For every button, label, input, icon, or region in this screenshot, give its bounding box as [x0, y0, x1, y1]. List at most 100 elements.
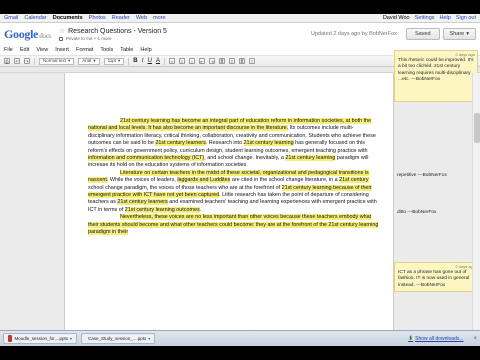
downloads-bar: Moodle_session_for....pptx ▾ Case_Study_…	[0, 330, 480, 346]
print-icon[interactable]: ⎙	[4, 58, 10, 64]
chevron-down-icon[interactable]: ▾	[70, 336, 72, 341]
download-filename: Case_Study_session_....pptx	[88, 336, 147, 341]
letterbox-top	[0, 0, 480, 14]
document-paragraph[interactable]: Nevertheless, these voices are no less i…	[88, 214, 380, 236]
italic-button[interactable]: I	[142, 58, 144, 64]
gbar-documents[interactable]: Documents	[53, 15, 83, 21]
highlighted-text[interactable]: 21st century learning outcomes	[124, 206, 200, 213]
comment-card[interactable]: This rhetoric could be improved. It's a …	[394, 50, 478, 102]
highlighted-text[interactable]: laggards and Luddites	[177, 177, 231, 184]
vertical-scrollbar[interactable]	[472, 73, 480, 330]
signout-link[interactable]: Sign out	[456, 15, 476, 21]
document-body[interactable]: 21st century learning has become an inte…	[88, 118, 380, 237]
menu-insert[interactable]: Insert	[55, 47, 69, 53]
chevron-down-icon: ▾	[68, 58, 71, 63]
highlighted-text[interactable]: 21st century	[339, 177, 369, 184]
star-icon[interactable]: ☆	[59, 27, 65, 35]
menu-edit[interactable]: Edit	[20, 47, 29, 53]
comment-card[interactable]: ICT as a phrase has gone out of fashion.…	[394, 262, 478, 292]
text-run[interactable]: .	[200, 207, 202, 213]
text-run[interactable]: are cited in the school change literatur…	[230, 177, 339, 183]
align-center-icon[interactable]: ≡	[228, 58, 235, 64]
document-title[interactable]: Research Questions - Version 5	[68, 28, 167, 35]
size-value: 11pt	[107, 58, 116, 63]
align-left-icon[interactable]: ≣	[218, 58, 225, 64]
gbar-gmail[interactable]: Gmail	[4, 15, 18, 21]
comment-card[interactable]: repetitive ---BobNerFox	[394, 172, 478, 182]
scroll-thumb[interactable]	[474, 113, 480, 143]
chevron-down-icon[interactable]: ▾	[148, 336, 150, 341]
gbar-web[interactable]: Web	[136, 15, 147, 21]
style-select[interactable]: Normal text ▾	[39, 57, 75, 65]
highlighted-text[interactable]: 21st century learning	[285, 155, 336, 162]
text-run[interactable]: , and school change. Inevitably, a	[204, 155, 285, 161]
menu-help[interactable]: Help	[140, 47, 151, 53]
text-run[interactable]: school change paradigm, the voices of th…	[88, 185, 282, 191]
align-right-icon[interactable]: ≣	[238, 58, 245, 64]
document-paragraph[interactable]: 21st century learning has become an inte…	[88, 118, 380, 170]
text-run[interactable]: While the voices of leaders,	[108, 177, 177, 183]
lock-icon	[58, 36, 63, 41]
gbar-more[interactable]: more	[153, 15, 166, 21]
increase-indent-icon[interactable]: ⇥	[208, 58, 215, 64]
show-all-downloads-link[interactable]: ⬇ Show all downloads...	[408, 335, 463, 343]
numbered-list-icon[interactable]: ≡	[178, 58, 185, 64]
comment-text: This rhetoric could be improved. It's a …	[398, 58, 474, 82]
download-item[interactable]: Moodle_session_for....pptx ▾	[3, 333, 77, 344]
menu-format[interactable]: Format	[76, 47, 93, 53]
link-icon[interactable]: ∞	[168, 58, 175, 64]
pptx-file-icon	[8, 335, 13, 342]
help-link[interactable]: Help	[440, 15, 451, 21]
comment-card[interactable]: ditto ---BobNerFox	[394, 209, 478, 219]
logo-text: Google	[4, 26, 39, 41]
menu-table[interactable]: Table	[120, 47, 133, 53]
decrease-indent-icon[interactable]: ⇤	[198, 58, 205, 64]
gbar-reader[interactable]: Reader	[112, 15, 130, 21]
redo-icon[interactable]: ↷	[24, 58, 30, 64]
gbar-photos[interactable]: Photos	[89, 15, 106, 21]
font-select[interactable]: Arial ▾	[78, 57, 100, 65]
underline-button[interactable]: U	[148, 58, 152, 64]
sharing-status: Private to me + 1 more	[58, 36, 167, 41]
comment-timestamp: 2 days ago	[455, 52, 475, 57]
chevron-down-icon: ▾	[466, 31, 469, 37]
document-paragraph[interactable]: Literature on certain teachers in the mi…	[88, 169, 380, 214]
revision-status[interactable]: Updated 2 days ago by BobNerFox	[311, 31, 397, 37]
highlighted-text[interactable]: 21st century learners	[155, 140, 206, 147]
download-item[interactable]: Case_Study_session_....pptx ▾	[81, 333, 155, 344]
settings-link[interactable]: Settings	[415, 15, 435, 21]
letterbox-bottom	[0, 346, 480, 360]
google-docs-logo[interactable]: Googledocs	[4, 27, 51, 42]
chevron-down-icon: ▾	[93, 58, 96, 63]
text-run[interactable]: . Research into	[206, 140, 244, 146]
highlighted-text[interactable]: information and communication technology…	[88, 155, 205, 162]
download-icon: ⬇	[408, 336, 414, 342]
undo-icon[interactable]: ↶	[14, 58, 20, 64]
saved-button[interactable]: Saved	[405, 28, 440, 40]
chevron-down-icon: ▾	[118, 58, 121, 63]
size-select[interactable]: 11pt ▾	[103, 57, 125, 65]
comment-text: repetitive ---BobNerFox	[397, 173, 447, 178]
menu-tools[interactable]: Tools	[100, 47, 113, 53]
share-label: Share	[449, 31, 465, 37]
toolbar-divider	[34, 57, 35, 65]
docs-header: Googledocs ☆ Research Questions - Versio…	[0, 23, 480, 45]
sharing-text[interactable]: Private to me + 1 more	[66, 36, 112, 41]
text-color-button[interactable]: A	[156, 58, 160, 64]
toolbar-divider	[163, 57, 165, 65]
highlighted-text[interactable]: 21st century learning	[243, 140, 294, 147]
user-name[interactable]: David Woo	[383, 15, 410, 21]
gbar-calendar[interactable]: Calendar	[24, 15, 46, 21]
highlighted-text[interactable]: Nevertheless, these voices are no less i…	[88, 214, 379, 236]
close-icon[interactable]: ×	[473, 336, 477, 342]
bulleted-list-icon[interactable]: •	[188, 58, 195, 64]
highlighted-text[interactable]: 21st century learners	[117, 199, 168, 206]
clear-format-icon[interactable]: T	[248, 58, 255, 64]
menu-file[interactable]: File	[4, 47, 13, 53]
bold-button[interactable]: B	[133, 58, 137, 64]
title-block: ☆ Research Questions - Version 5 Private…	[58, 27, 167, 41]
toolbar-divider	[128, 57, 130, 65]
menu-view[interactable]: View	[36, 47, 48, 53]
share-button[interactable]: Share ▾	[442, 28, 476, 40]
comments-panel: This rhetoric could be improved. It's a …	[394, 50, 478, 330]
